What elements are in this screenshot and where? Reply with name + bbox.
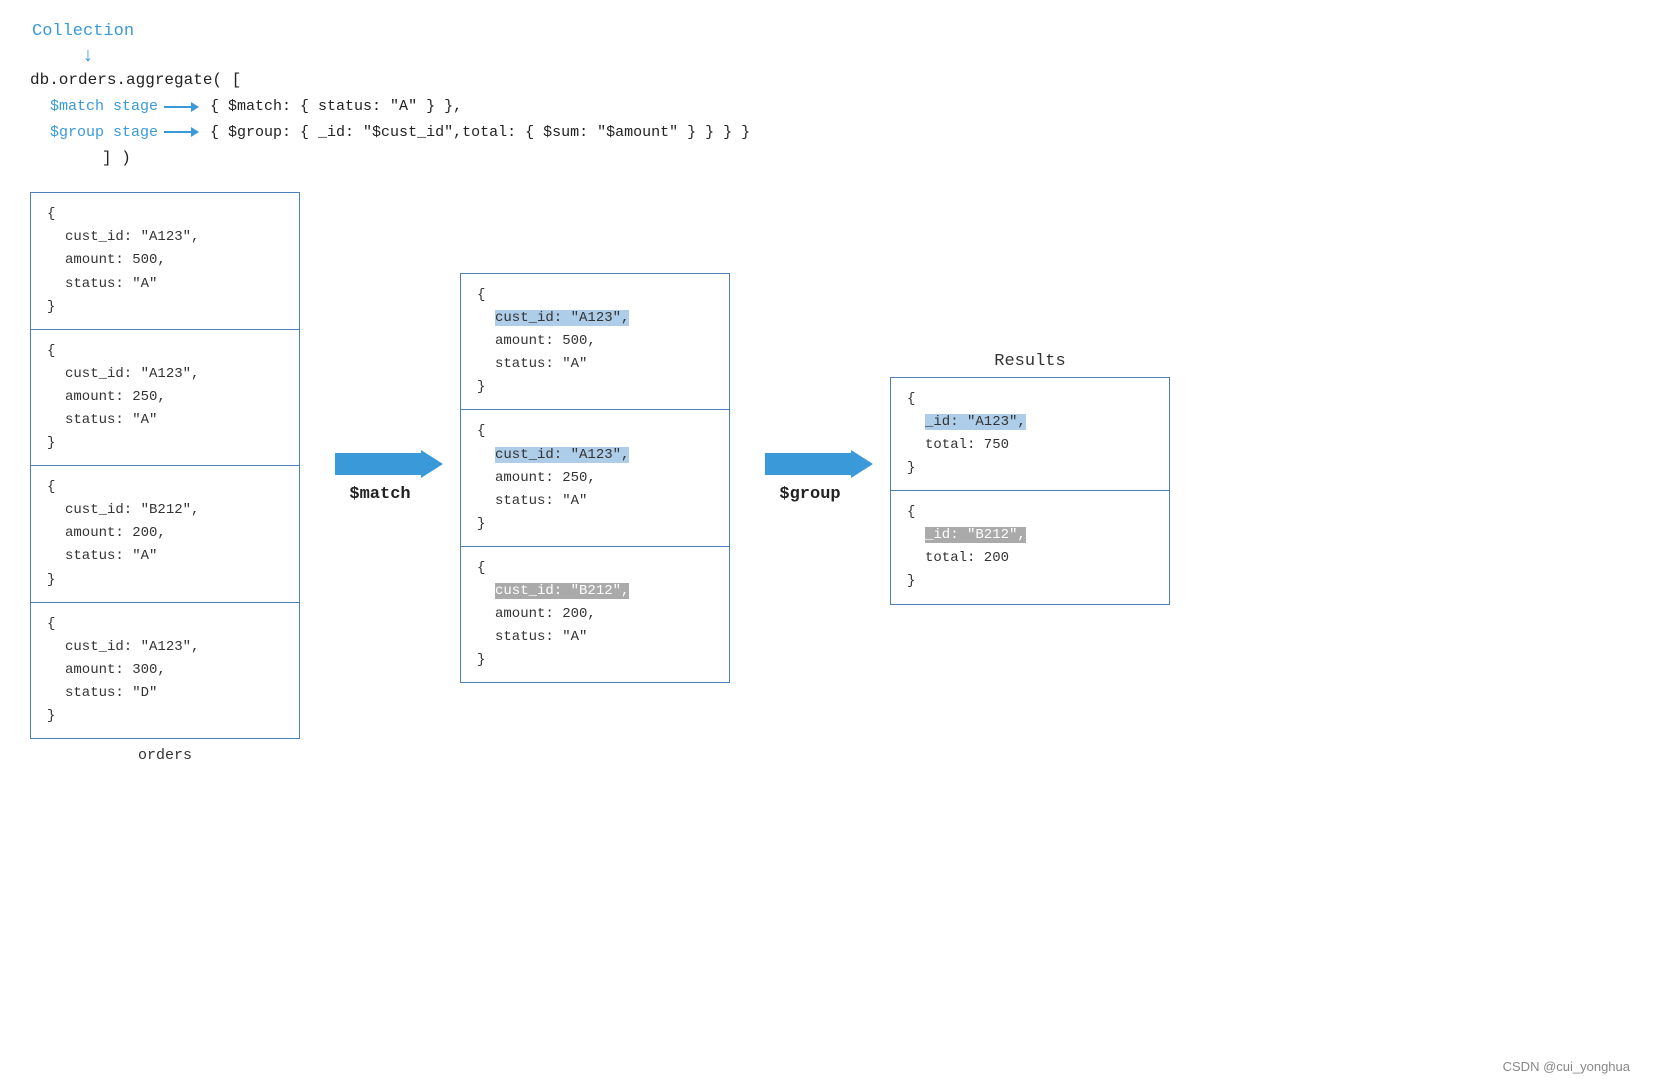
mdoc1-status: status: "A"	[477, 353, 713, 376]
rdoc2-id: _id: "B212",	[907, 524, 1153, 547]
group-arrow-shaft	[765, 453, 855, 475]
match-arrow	[335, 453, 425, 475]
rdoc1-total: total: 750	[907, 434, 1153, 457]
doc4-cust: cust_id: "A123",	[47, 636, 283, 659]
matched-doc-2: { cust_id: "A123", amount: 250, status: …	[461, 410, 729, 546]
result-doc-1: { _id: "A123", total: 750 }	[891, 378, 1169, 491]
order-doc-3: { cust_id: "B212", amount: 200, status: …	[31, 466, 299, 602]
orders-column: { cust_id: "A123", amount: 500, status: …	[30, 192, 300, 764]
match-stage-arrow	[164, 106, 192, 108]
order-doc-1: { cust_id: "A123", amount: 500, status: …	[31, 193, 299, 329]
doc1-status: status: "A"	[47, 273, 283, 296]
doc2-status: status: "A"	[47, 409, 283, 432]
matched-column: { cust_id: "A123", amount: 500, status: …	[460, 273, 730, 683]
footer-credit: CSDN @cui_yonghua	[1503, 1059, 1630, 1074]
code-end-line: ] )	[30, 145, 1624, 172]
mdoc1-cust-highlight: cust_id: "A123",	[495, 310, 629, 326]
group-arrow-container: $group	[730, 453, 890, 504]
rdoc1-brace-open: {	[907, 388, 1153, 411]
collection-label: Collection	[32, 18, 134, 47]
doc2-cust: cust_id: "A123",	[47, 363, 283, 386]
code-section: Collection ↓ db.orders.aggregate( [ $mat…	[0, 0, 1654, 182]
match-label: $match	[349, 485, 410, 504]
orders-label: orders	[138, 747, 192, 764]
mdoc1-cust: cust_id: "A123",	[477, 307, 713, 330]
orders-docs-box: { cust_id: "A123", amount: 500, status: …	[30, 192, 300, 739]
doc3-cust: cust_id: "B212",	[47, 499, 283, 522]
results-docs-box: { _id: "A123", total: 750 } { _id: "B212…	[890, 377, 1170, 605]
mdoc3-cust-highlight: cust_id: "B212",	[495, 583, 629, 599]
rdoc2-brace-close: }	[907, 570, 1153, 593]
matched-docs-box: { cust_id: "A123", amount: 500, status: …	[460, 273, 730, 683]
mdoc3-brace-close: }	[477, 649, 713, 672]
mdoc3-cust: cust_id: "B212",	[477, 580, 713, 603]
matched-doc-3: { cust_id: "B212", amount: 200, status: …	[461, 547, 729, 682]
mdoc2-cust: cust_id: "A123",	[477, 444, 713, 467]
results-title: Results	[994, 352, 1065, 371]
rdoc1-id-highlight: _id: "A123",	[925, 414, 1026, 430]
group-stage-label: $group stage	[50, 120, 158, 146]
mdoc2-amount: amount: 250,	[477, 467, 713, 490]
doc2-brace-open: {	[47, 340, 283, 363]
doc1-cust: cust_id: "A123",	[47, 226, 283, 249]
code-aggregate: db.orders.aggregate( [	[30, 67, 241, 94]
doc4-brace-open: {	[47, 613, 283, 636]
code-group-line: $group stage { $group: { _id: "$cust_id"…	[30, 120, 1624, 146]
match-arrow-container: $match	[300, 453, 460, 504]
result-doc-2: { _id: "B212", total: 200 }	[891, 491, 1169, 603]
doc2-brace-close: }	[47, 432, 283, 455]
group-label: $group	[779, 485, 840, 504]
rdoc2-id-highlight: _id: "B212",	[925, 527, 1026, 543]
group-arrow	[765, 453, 855, 475]
doc3-brace-close: }	[47, 569, 283, 592]
mdoc2-status: status: "A"	[477, 490, 713, 513]
match-arrow-shaft	[335, 453, 425, 475]
doc3-status: status: "A"	[47, 545, 283, 568]
doc1-brace-open: {	[47, 203, 283, 226]
code-line-1: db.orders.aggregate( [	[30, 67, 1624, 94]
group-stage-arrow	[164, 131, 192, 133]
mdoc3-brace-open: {	[477, 557, 713, 580]
group-stage-code: { $group: { _id: "$cust_id",total: { $su…	[210, 120, 750, 146]
match-stage-label: $match stage	[50, 94, 158, 120]
order-doc-4: { cust_id: "A123", amount: 300, status: …	[31, 603, 299, 738]
mdoc3-amount: amount: 200,	[477, 603, 713, 626]
doc3-amount: amount: 200,	[47, 522, 283, 545]
rdoc2-brace-open: {	[907, 501, 1153, 524]
doc1-brace-close: }	[47, 296, 283, 319]
results-column: Results { _id: "A123", total: 750 } { _i…	[890, 352, 1170, 605]
match-stage-code: { $match: { status: "A" } },	[210, 94, 462, 120]
mdoc2-brace-close: }	[477, 513, 713, 536]
code-end: ] )	[102, 145, 131, 172]
doc1-amount: amount: 500,	[47, 249, 283, 272]
doc4-brace-close: }	[47, 705, 283, 728]
mdoc2-brace-open: {	[477, 420, 713, 443]
code-match-line: $match stage { $match: { status: "A" } }…	[30, 94, 1624, 120]
mdoc3-status: status: "A"	[477, 626, 713, 649]
diagram-area: { cust_id: "A123", amount: 500, status: …	[0, 182, 1654, 794]
order-doc-2: { cust_id: "A123", amount: 250, status: …	[31, 330, 299, 466]
mdoc2-cust-highlight: cust_id: "A123",	[495, 447, 629, 463]
mdoc1-brace-close: }	[477, 376, 713, 399]
rdoc2-total: total: 200	[907, 547, 1153, 570]
rdoc1-id: _id: "A123",	[907, 411, 1153, 434]
doc2-amount: amount: 250,	[47, 386, 283, 409]
mdoc1-brace-open: {	[477, 284, 713, 307]
doc4-status: status: "D"	[47, 682, 283, 705]
rdoc1-brace-close: }	[907, 457, 1153, 480]
matched-doc-1: { cust_id: "A123", amount: 500, status: …	[461, 274, 729, 410]
doc4-amount: amount: 300,	[47, 659, 283, 682]
mdoc1-amount: amount: 500,	[477, 330, 713, 353]
doc3-brace-open: {	[47, 476, 283, 499]
